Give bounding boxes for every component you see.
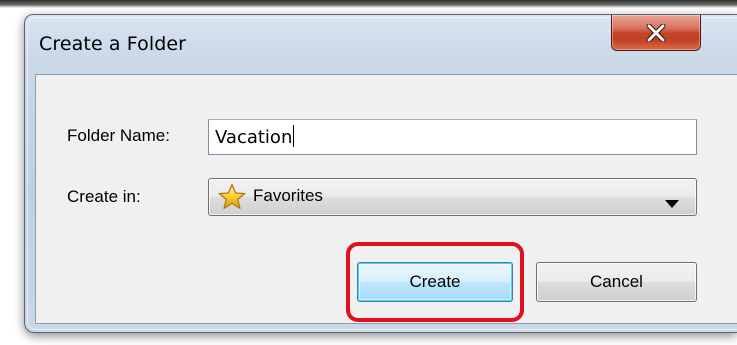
- folder-name-value: Vacation: [215, 127, 293, 148]
- create-in-dropdown[interactable]: Favorites: [208, 178, 697, 216]
- cancel-button[interactable]: Cancel: [536, 262, 697, 302]
- text-caret: [293, 125, 295, 147]
- dropdown-arrow-icon: [665, 193, 679, 212]
- top-edge: [0, 0, 737, 8]
- create-folder-dialog: Create a Folder Folder Name: Vacation Cr…: [24, 14, 737, 333]
- dialog-client-area: Folder Name: Vacation Create in: Favorit…: [35, 74, 737, 324]
- close-icon: [646, 23, 666, 42]
- create-in-selected-value: Favorites: [253, 186, 323, 205]
- create-in-label: Create in:: [67, 187, 141, 206]
- folder-name-input[interactable]: Vacation: [208, 119, 697, 155]
- create-button[interactable]: Create: [357, 262, 513, 302]
- folder-name-label: Folder Name:: [67, 126, 170, 145]
- close-button[interactable]: [611, 15, 701, 51]
- favorites-star-icon: [217, 183, 247, 215]
- dialog-title: Create a Folder: [39, 33, 187, 55]
